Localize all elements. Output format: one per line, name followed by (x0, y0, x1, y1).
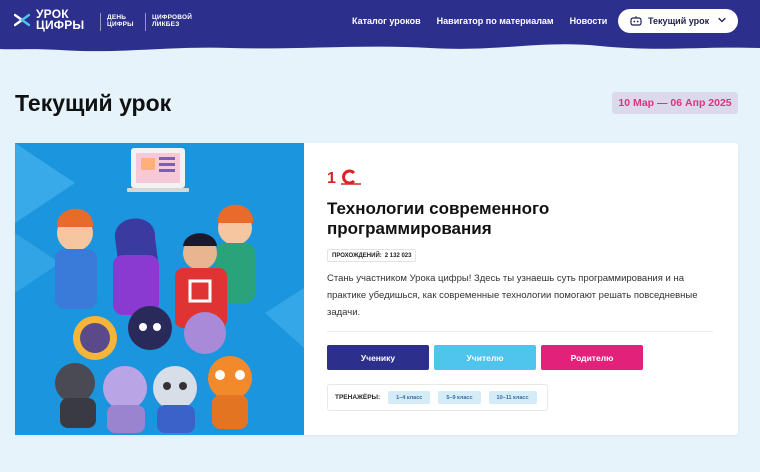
lesson-title: Технологии современного программирования (327, 199, 550, 238)
nav-navigator[interactable]: Навигатор по материалам (437, 16, 554, 26)
characters-illustration (15, 143, 304, 433)
svg-text:1: 1 (327, 170, 336, 185)
likbez-line-2: ЛИКБЕЗ (152, 21, 180, 28)
current-lesson-label: Текущий урок (648, 16, 710, 26)
nav-news[interactable]: Новости (570, 16, 608, 26)
current-lesson-button[interactable]: Текущий урок (618, 9, 738, 33)
parent-button[interactable]: Родителю (541, 345, 643, 370)
site-header: УРОК ЦИФРЫ ДЕНЬ ЦИФРЫ ЦИФРОВОЙ ЛИКБЕЗ Ка… (0, 0, 760, 62)
trainer-grade-5-9[interactable]: 5–9 класс (438, 391, 481, 404)
lesson-card: 1 Технологии современного программирован… (15, 143, 738, 435)
1c-logo-icon: 1 (327, 169, 361, 185)
trainers-panel: ТРЕНАЖЁРЫ: 1–4 класс 5–9 класс 10–11 кла… (327, 384, 548, 411)
den-cifry-link[interactable]: ДЕНЬ ЦИФРЫ (107, 14, 134, 28)
trainer-grade-1-4[interactable]: 1–4 класс (388, 391, 431, 404)
date-range-badge: 10 Мар — 06 Апр 2025 (612, 92, 738, 114)
cifrovoy-likbez-link[interactable]: ЦИФРОВОЙ ЛИКБЕЗ (152, 14, 192, 28)
trainer-grade-10-11[interactable]: 10–11 класс (488, 391, 537, 404)
page-title: Текущий урок (15, 90, 172, 116)
lesson-description: Стань участником Урока цифры! Здесь ты у… (327, 273, 698, 318)
den-cifry-line-2: ЦИФРЫ (107, 21, 134, 28)
site-logo[interactable]: УРОК ЦИФРЫ (14, 8, 85, 32)
chevron-down-icon (718, 17, 726, 23)
lesson-illustration (15, 143, 304, 435)
passes-label: ПРОХОЖДЕНИЙ: (332, 252, 382, 259)
student-button[interactable]: Ученику (327, 345, 429, 370)
passes-counter: ПРОХОЖДЕНИЙ: 2 132 023 (327, 249, 417, 262)
logo-mark-icon (14, 13, 30, 27)
main-nav: Каталог уроков Навигатор по материалам Н… (352, 16, 607, 26)
logo-line-2: ЦИФРЫ (36, 18, 85, 32)
divider (327, 331, 713, 332)
likbez-line-1: ЦИФРОВОЙ (152, 14, 193, 21)
passes-value: 2 132 023 (384, 252, 412, 259)
nav-catalog[interactable]: Каталог уроков (352, 16, 421, 26)
teacher-button[interactable]: Учителю (434, 345, 536, 370)
den-cifry-line-1: ДЕНЬ (107, 14, 127, 21)
trainers-label: ТРЕНАЖЁРЫ: (335, 394, 381, 401)
logo-divider (100, 13, 101, 31)
robot-icon (630, 16, 642, 26)
logo-divider (145, 13, 146, 31)
